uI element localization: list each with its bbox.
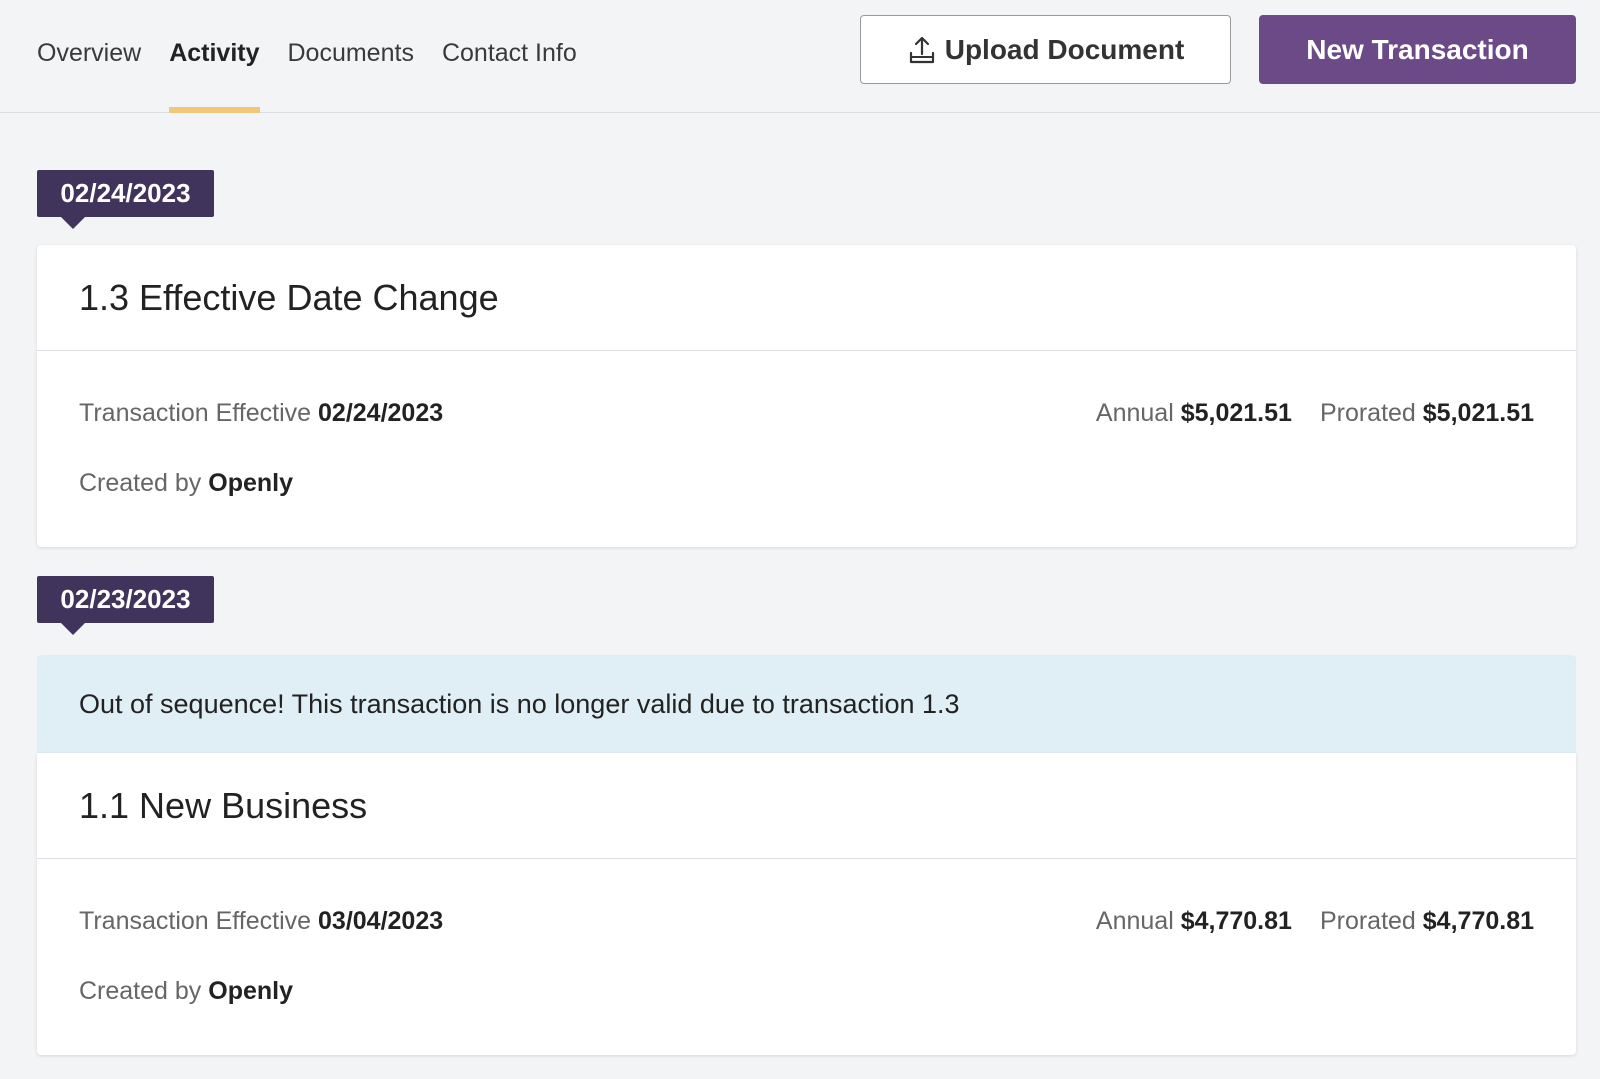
created-label: Created by xyxy=(79,469,202,497)
tab-list: Overview Activity Documents Contact Info xyxy=(37,0,605,113)
prorated-amount: Prorated $5,021.51 xyxy=(1320,399,1534,428)
prorated-value: $5,021.51 xyxy=(1422,399,1534,427)
tab-activity[interactable]: Activity xyxy=(169,0,260,113)
annual-label: Annual xyxy=(1095,399,1174,427)
upload-document-button[interactable]: Upload Document xyxy=(860,15,1231,84)
transaction-effective: Transaction Effective 02/24/2023 xyxy=(79,399,443,428)
effective-label: Transaction Effective xyxy=(79,907,312,935)
annual-value: $4,770.81 xyxy=(1180,907,1292,935)
annual-label: Annual xyxy=(1095,907,1174,935)
prorated-value: $4,770.81 xyxy=(1422,907,1534,935)
upload-document-label: Upload Document xyxy=(944,33,1185,65)
created-label: Created by xyxy=(79,977,202,1005)
transaction-amounts: Annual $5,021.51 Prorated $5,021.51 xyxy=(1068,399,1534,428)
transaction-amounts: Annual $4,770.81 Prorated $4,770.81 xyxy=(1068,907,1534,936)
tab-overview[interactable]: Overview xyxy=(37,0,141,113)
transaction-details: Transaction Effective 03/04/2023 Annual … xyxy=(37,859,1576,1055)
transaction-title: 1.3 Effective Date Change xyxy=(37,245,1576,351)
effective-value: 03/04/2023 xyxy=(318,907,444,935)
transaction-title: 1.1 New Business xyxy=(37,753,1576,859)
effective-value: 02/24/2023 xyxy=(318,399,444,427)
new-transaction-label: New Transaction xyxy=(1306,33,1529,65)
new-transaction-button[interactable]: New Transaction xyxy=(1259,15,1576,84)
date-tag: 02/23/2023 xyxy=(37,576,214,635)
date-tag: 02/24/2023 xyxy=(37,170,214,229)
out-of-sequence-notice: Out of sequence! This transaction is no … xyxy=(37,655,1576,753)
created-by: Created by Openly xyxy=(79,469,293,498)
top-navigation-bar: Overview Activity Documents Contact Info… xyxy=(0,0,1600,113)
effective-label: Transaction Effective xyxy=(79,399,312,427)
prorated-amount: Prorated $4,770.81 xyxy=(1320,907,1534,936)
prorated-label: Prorated xyxy=(1319,399,1416,427)
tab-contact-info[interactable]: Contact Info xyxy=(442,0,577,113)
created-value: Openly xyxy=(208,469,293,497)
created-value: Openly xyxy=(208,977,293,1005)
prorated-label: Prorated xyxy=(1319,907,1416,935)
annual-value: $5,021.51 xyxy=(1180,399,1292,427)
annual-amount: Annual $4,770.81 xyxy=(1096,907,1292,936)
annual-amount: Annual $5,021.51 xyxy=(1096,399,1292,428)
created-by: Created by Openly xyxy=(79,977,293,1006)
transaction-card: 1.3 Effective Date Change Transaction Ef… xyxy=(37,245,1576,547)
upload-icon xyxy=(909,36,934,63)
transaction-details: Transaction Effective 02/24/2023 Annual … xyxy=(37,351,1576,547)
tab-documents[interactable]: Documents xyxy=(288,0,414,113)
transaction-effective: Transaction Effective 03/04/2023 xyxy=(79,907,443,936)
transaction-card: 1.1 New Business Transaction Effective 0… xyxy=(37,753,1576,1055)
